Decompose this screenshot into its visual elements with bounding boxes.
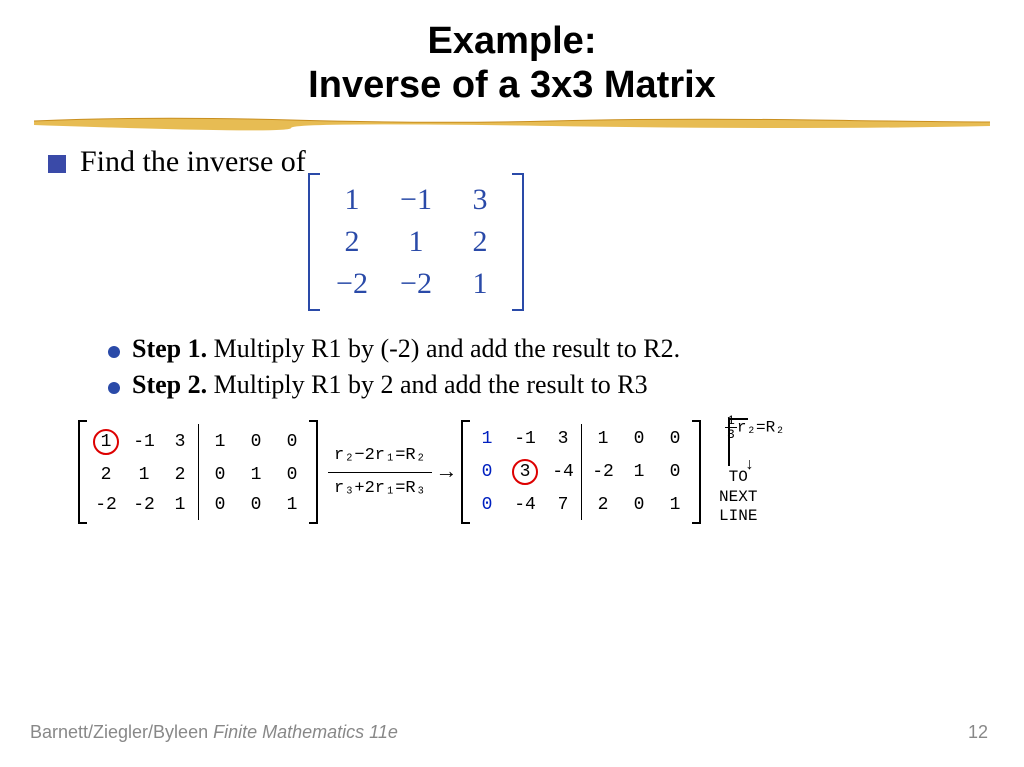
bracket-right	[309, 420, 318, 524]
row-op-label-1: r₂−2r₁=R₂ r₃+2r₁=R₃	[328, 443, 432, 501]
m-cell: 3	[448, 179, 512, 221]
m-cell: −1	[384, 179, 448, 221]
m-cell: 0	[199, 460, 239, 490]
m-cell: 1	[320, 179, 384, 221]
row-op-label-2: 13r₂=R₂	[725, 414, 785, 441]
m-cell: 0	[469, 490, 505, 520]
m-cell: -4	[545, 454, 582, 490]
m-cell: 1	[448, 263, 512, 305]
m-cell: -2	[126, 490, 162, 520]
m-cell: 2	[582, 490, 622, 520]
down-arrow-icon: ↓	[745, 456, 755, 474]
given-matrix: 1 −1 3 2 1 2 −2 −2 1	[308, 173, 976, 316]
m-cell: 2	[162, 460, 199, 490]
bracket-left	[461, 420, 470, 524]
endnote-line: NEXT	[719, 488, 757, 507]
m-cell: 3	[505, 454, 545, 490]
square-bullet-icon	[48, 155, 66, 173]
m-cell: 0	[238, 490, 274, 520]
title-line2: Inverse of a 3x3 Matrix	[0, 64, 1024, 108]
m-cell: 0	[199, 490, 239, 520]
m-cell: 3	[545, 424, 582, 454]
m-cell: -1	[126, 424, 162, 460]
step-text: Step 1. Multiply R1 by (-2) and add the …	[132, 334, 680, 364]
bracket-right	[692, 420, 701, 524]
m-cell: 0	[469, 454, 505, 490]
m-cell: 0	[238, 424, 274, 460]
m-cell: 7	[545, 490, 582, 520]
m-cell: 0	[621, 424, 657, 454]
m-cell: -1	[505, 424, 545, 454]
m-cell: 1	[274, 490, 310, 520]
m-cell: −2	[320, 263, 384, 305]
step-text: Step 2. Multiply R1 by 2 and add the res…	[132, 370, 648, 400]
slide-title: Example: Inverse of a 3x3 Matrix	[0, 0, 1024, 107]
m-cell: 1	[621, 454, 657, 490]
m-cell: 1	[657, 490, 693, 520]
matrix-table: 1 −1 3 2 1 2 −2 −2 1	[320, 179, 512, 305]
aug-matrix-2: 1 -1 3 1 0 0 0 3 -4 -2 1 0 0 -4	[461, 420, 701, 524]
continuation-note: ↓ 13r₂=R₂ TO NEXT LINE	[711, 418, 757, 526]
m-cell: 1	[86, 424, 126, 460]
m-cell: 1	[384, 221, 448, 263]
step-item: Step 1. Multiply R1 by (-2) and add the …	[108, 334, 976, 364]
m-cell: 1	[582, 424, 622, 454]
circle-bullet-icon	[108, 346, 120, 358]
step-item: Step 2. Multiply R1 by 2 and add the res…	[108, 370, 976, 400]
m-cell: -2	[582, 454, 622, 490]
m-cell: 0	[274, 460, 310, 490]
m-cell: 1	[238, 460, 274, 490]
m-cell: 2	[320, 221, 384, 263]
footer-credit: Barnett/Ziegler/Byleen Finite Mathematic…	[30, 722, 398, 743]
slide-footer: Barnett/Ziegler/Byleen Finite Mathematic…	[30, 722, 988, 743]
m-cell: 1	[469, 424, 505, 454]
m-cell: -4	[505, 490, 545, 520]
m-cell: 0	[657, 454, 693, 490]
row-operation-work: 1 -1 3 1 0 0 2 1 2 0 1 0 -2 -2	[48, 418, 976, 526]
bracket-right	[512, 173, 524, 311]
aug-matrix-1: 1 -1 3 1 0 0 2 1 2 0 1 0 -2 -2	[78, 420, 318, 524]
m-cell: 2	[448, 221, 512, 263]
title-underline	[30, 115, 994, 131]
m-cell: 3	[162, 424, 199, 460]
m-cell: 1	[126, 460, 162, 490]
m-cell: −2	[384, 263, 448, 305]
m-cell: 2	[86, 460, 126, 490]
m-cell: -2	[86, 490, 126, 520]
m-cell: 0	[621, 490, 657, 520]
circle-bullet-icon	[108, 382, 120, 394]
m-cell: 0	[657, 424, 693, 454]
step-list: Step 1. Multiply R1 by (-2) and add the …	[108, 334, 976, 400]
bracket-left	[78, 420, 87, 524]
title-line1: Example:	[0, 20, 1024, 64]
m-cell: 1	[162, 490, 199, 520]
endnote-line: LINE	[719, 507, 757, 526]
bracket-left	[308, 173, 320, 311]
page-number: 12	[968, 722, 988, 743]
prompt-text: Find the inverse of	[80, 145, 306, 179]
m-cell: 1	[199, 424, 239, 460]
content-area: Find the inverse of 1 −1 3 2 1 2 −2 −2	[0, 131, 1024, 526]
m-cell: 0	[274, 424, 310, 460]
arrow-icon: →	[440, 460, 453, 485]
